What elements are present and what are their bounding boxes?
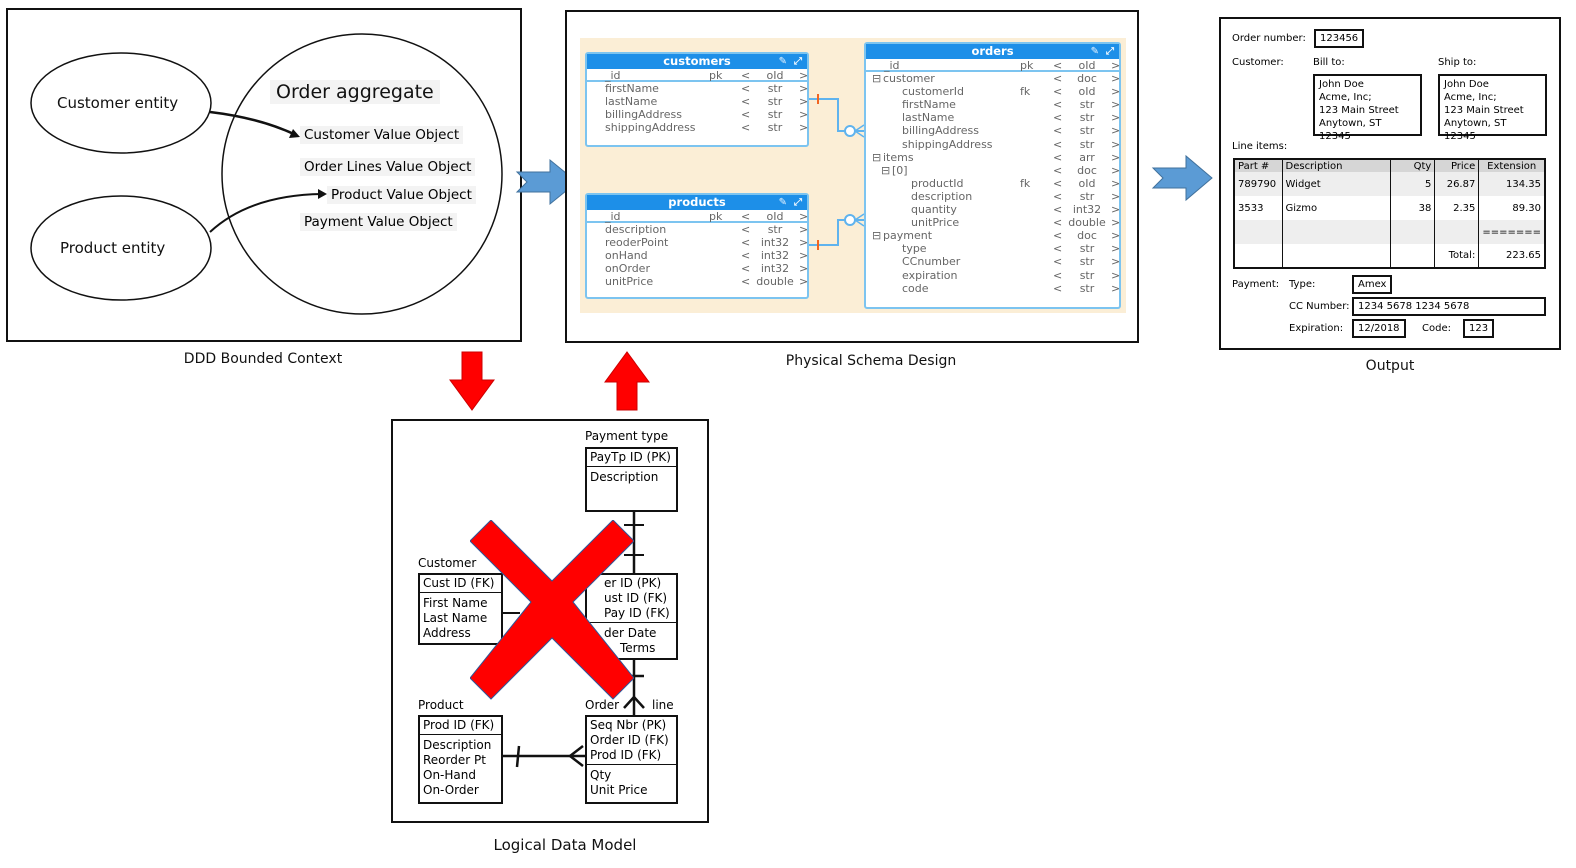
entity-attributes: Description <box>587 467 676 488</box>
entity-keys: Prod ID (FK) <box>420 717 501 735</box>
entity-attributes: Description Reorder Pt On-Hand On-Order <box>420 735 501 801</box>
payment-type-label: Payment type <box>585 429 669 443</box>
key-attribute: Prod ID (FK) <box>590 748 662 762</box>
entity-keys: PayTp ID (PK) <box>587 449 676 467</box>
attribute: On-Hand <box>423 768 476 782</box>
product-entity: Prod ID (FK) Description Reorder Pt On-Hand… <box>418 715 503 804</box>
rejected-x-icon <box>470 520 634 700</box>
attribute: On-Order <box>423 783 479 797</box>
attribute: Description <box>590 470 659 484</box>
entity-keys: Seq Nbr (PK) Order ID (FK) Prod ID (FK) <box>587 717 676 765</box>
order-line-entity: Seq Nbr (PK) Order ID (FK) Prod ID (FK) Qty… <box>585 715 678 804</box>
order-line-label-right: line <box>652 698 674 712</box>
attribute: Unit Price <box>590 783 648 797</box>
order-line-label-left: Order <box>585 698 620 712</box>
customer-label: Customer <box>418 556 477 570</box>
attribute: Description <box>423 738 492 752</box>
logical-relationships <box>497 512 645 768</box>
key-attribute: Prod ID (FK) <box>423 718 495 732</box>
payment-type-entity: PayTp ID (PK) Description <box>585 447 678 512</box>
attribute: Reorder Pt <box>423 753 486 767</box>
key-attribute: Seq Nbr (PK) <box>590 718 667 732</box>
key-attribute: Order ID (FK) <box>590 733 669 747</box>
key-attribute: PayTp ID (PK) <box>590 450 671 464</box>
attribute: Qty <box>590 768 612 782</box>
entity-attributes: Qty Unit Price <box>587 765 676 801</box>
product-label: Product <box>418 698 464 712</box>
logical-caption: Logical Data Model <box>493 836 637 854</box>
